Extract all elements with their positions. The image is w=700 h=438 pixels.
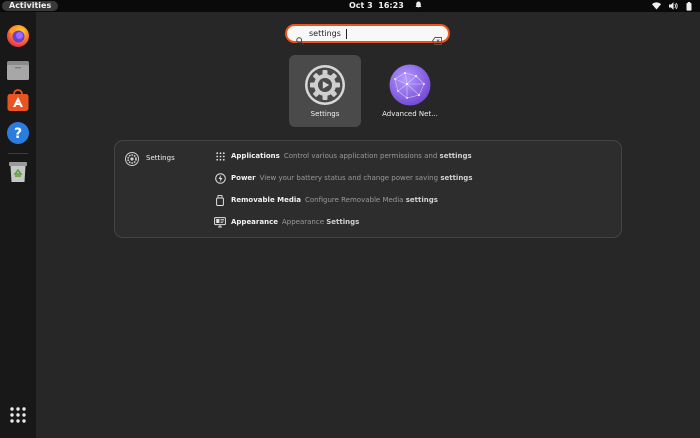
- settings-search-provider: Settings Applications Control various ap…: [114, 140, 622, 238]
- result-title: Appearance: [231, 218, 278, 226]
- text-cursor: [346, 29, 347, 39]
- app-result-settings[interactable]: Settings: [289, 55, 361, 127]
- app-result-advanced-network[interactable]: Advanced Net...: [374, 55, 446, 127]
- result-removable-media[interactable]: Removable Media Configure Removable Medi…: [214, 193, 438, 207]
- wifi-icon: [652, 2, 661, 10]
- app-grid-icon: [214, 150, 226, 162]
- result-title: Applications: [231, 152, 280, 160]
- result-power[interactable]: Power View your battery status and chang…: [214, 171, 472, 185]
- top-bar: Activities Oct 3 16:23: [0, 0, 700, 12]
- usb-drive-icon: [214, 194, 226, 206]
- clock[interactable]: Oct 3 16:23: [349, 0, 422, 12]
- app-grid-icon[interactable]: [9, 406, 27, 424]
- clear-icon[interactable]: [431, 30, 442, 49]
- help-icon[interactable]: ?: [6, 121, 30, 145]
- trash-icon[interactable]: [6, 160, 30, 184]
- result-description: Appearance Settings: [281, 218, 360, 226]
- app-center-icon[interactable]: [6, 88, 30, 112]
- power-icon: [214, 172, 226, 184]
- display-icon: [214, 216, 226, 228]
- search-bar[interactable]: [285, 24, 450, 45]
- search-icon: [296, 30, 304, 49]
- files-icon[interactable]: [6, 58, 30, 82]
- result-title: Removable Media: [231, 196, 301, 204]
- settings-gear-icon: [304, 64, 346, 106]
- result-description: View your battery status and change powe…: [259, 174, 473, 182]
- provider-name: Settings: [146, 153, 175, 162]
- result-appearance[interactable]: Appearance Appearance Settings: [214, 215, 359, 229]
- result-title: Power: [231, 174, 256, 182]
- dock-separator: [8, 153, 28, 154]
- network-globe-icon: [389, 64, 431, 106]
- app-label: Settings: [310, 110, 340, 118]
- volume-icon: [669, 2, 678, 10]
- svg-text:?: ?: [14, 126, 22, 142]
- activities-button[interactable]: Activities: [2, 1, 59, 11]
- alarm-bell-icon: [415, 1, 422, 10]
- settings-icon: [125, 151, 139, 170]
- battery-icon: [686, 1, 692, 11]
- firefox-icon[interactable]: [6, 24, 30, 48]
- app-label: Advanced Net...: [382, 110, 438, 118]
- provider-header[interactable]: Settings: [125, 151, 175, 170]
- system-tray[interactable]: [652, 0, 692, 12]
- dock: ?: [0, 12, 36, 438]
- result-description: Control various application permissions …: [283, 152, 472, 160]
- clock-time: 16:23: [378, 1, 404, 10]
- result-applications[interactable]: Applications Control various application…: [214, 149, 472, 163]
- search-input[interactable]: [309, 27, 419, 40]
- result-description: Configure Removable Media settings: [304, 196, 438, 204]
- clock-date: Oct 3: [349, 1, 373, 10]
